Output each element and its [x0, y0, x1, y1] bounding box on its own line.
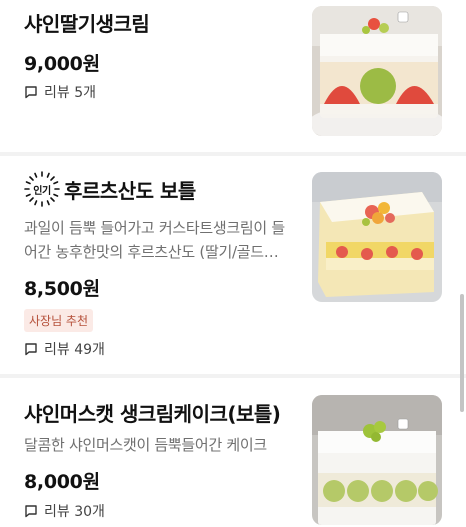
menu-item-shine-strawberry[interactable]: 샤인딸기생크림 9,000원 리뷰 5개 — [0, 0, 466, 152]
menu-item-title: 샤인머스캣 생크림케이크(보틀) — [24, 402, 281, 426]
review-count: 리뷰 49개 — [44, 342, 105, 358]
menu-item-photo — [312, 6, 442, 136]
popular-badge: 인기 — [24, 171, 60, 207]
comment-icon — [25, 343, 37, 356]
menu-item-review: 리뷰 30개 — [24, 501, 105, 521]
menu-item-photo — [312, 395, 442, 525]
comment-icon — [25, 505, 37, 518]
menu-item-price: 9,000원 — [24, 53, 100, 75]
owner-recommend-badge: 사장님 추천 — [24, 309, 94, 332]
popular-badge-label: 인기 — [33, 185, 51, 197]
comment-icon — [25, 86, 37, 99]
menu-item-description: 달콤한 샤인머스캣이 듬뿍들어간 케이크 — [24, 436, 267, 454]
menu-item-description: 과일이 듬뿍 들어가고 커스타트생크림이 들어간 농후한맛의 후르츠산도 (딸기… — [24, 219, 285, 261]
menu-item-price: 8,000원 — [24, 471, 100, 493]
menu-item-price: 8,500원 — [24, 278, 100, 300]
menu-item-title: 후르츠산도 보틀 — [64, 178, 196, 203]
review-count: 리뷰 5개 — [44, 85, 96, 101]
menu-item-review: 리뷰 5개 — [24, 82, 96, 102]
menu-item-review: 리뷰 49개 — [24, 339, 105, 359]
scrollbar[interactable] — [460, 294, 464, 412]
menu-item-title: 샤인딸기생크림 — [24, 12, 150, 36]
review-count: 리뷰 30개 — [44, 504, 105, 520]
menu-item-photo — [312, 172, 442, 302]
menu-item-title-row: 인기 후르츠산도 보틀 — [24, 171, 196, 207]
